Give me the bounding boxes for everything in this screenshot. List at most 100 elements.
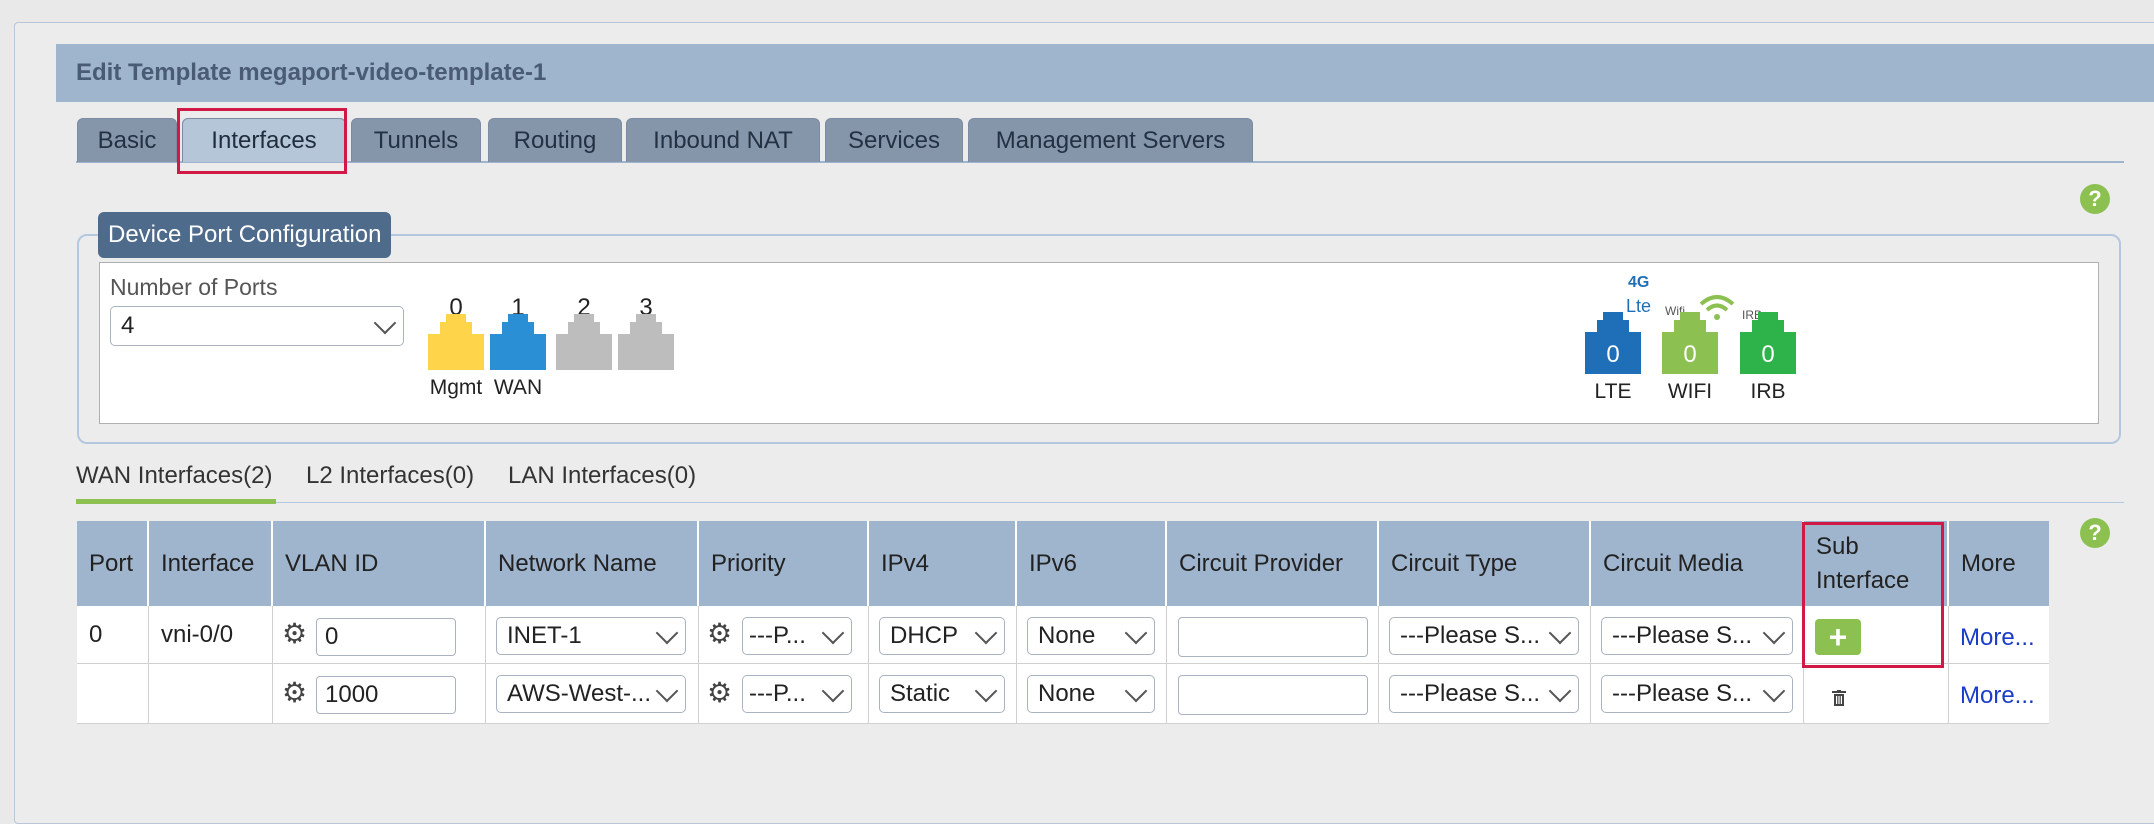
wifi-port-icon[interactable]: 0 xyxy=(1662,312,1718,374)
vlan-id-input[interactable]: 0 xyxy=(316,618,456,656)
tab-wan-interfaces[interactable]: WAN Interfaces(2) xyxy=(76,462,273,490)
gear-icon[interactable]: ⚙ xyxy=(282,620,307,648)
port-label-0: Mgmt xyxy=(429,376,483,399)
cell-interface xyxy=(149,664,273,724)
ipv6-value: None xyxy=(1038,680,1096,707)
wifi-count: 0 xyxy=(1683,341,1697,368)
help-icon[interactable]: ? xyxy=(2080,184,2110,214)
ethernet-port-icon[interactable] xyxy=(490,314,546,370)
ipv6-select[interactable]: None xyxy=(1027,617,1155,655)
ipv4-select[interactable]: DHCP xyxy=(879,617,1005,655)
chevron-down-icon xyxy=(1762,621,1786,645)
circuit-media-select[interactable]: ---Please S... xyxy=(1601,617,1793,655)
priority-select[interactable]: ---P... xyxy=(742,617,852,655)
col-priority: Priority xyxy=(699,521,869,606)
cell-port xyxy=(77,664,149,724)
irb-label: IRB xyxy=(1750,380,1786,403)
num-ports-label: Number of Ports xyxy=(110,274,278,300)
active-subtab-indicator xyxy=(76,499,276,504)
col-vlan-id: VLAN ID xyxy=(273,521,486,606)
col-circuit-provider: Circuit Provider xyxy=(1167,521,1379,606)
tab-tunnels[interactable]: Tunnels xyxy=(351,118,481,162)
num-ports-select[interactable]: 4 xyxy=(110,306,404,346)
circuit-media-value: ---Please S... xyxy=(1612,680,1753,707)
ethernet-port-icon[interactable] xyxy=(618,314,674,370)
chevron-down-icon xyxy=(1762,679,1786,703)
chevron-down-icon xyxy=(1124,679,1148,703)
interfaces-tab-highlight xyxy=(177,108,347,174)
chevron-down-icon xyxy=(1124,621,1148,645)
ipv4-value: DHCP xyxy=(890,622,959,649)
tab-services[interactable]: Services xyxy=(825,118,963,162)
lte-label: LTE xyxy=(1594,380,1632,403)
col-circuit-media: Circuit Media xyxy=(1591,521,1804,606)
network-name-value: AWS-West-... xyxy=(507,680,651,707)
circuit-type-value: ---Please S... xyxy=(1400,680,1541,707)
circuit-type-select[interactable]: ---Please S... xyxy=(1389,617,1579,655)
irb-port-icon[interactable]: 0 xyxy=(1740,312,1796,374)
col-interface: Interface xyxy=(149,521,273,606)
ipv4-value: Static xyxy=(890,680,951,707)
more-link[interactable]: More... xyxy=(1960,624,2035,652)
chevron-down-icon xyxy=(821,679,845,703)
col-network-name: Network Name xyxy=(486,521,699,606)
network-name-select[interactable]: INET-1 xyxy=(496,617,686,655)
chevron-down-icon xyxy=(655,621,679,645)
ipv4-select[interactable]: Static xyxy=(879,675,1005,713)
tab-routing[interactable]: Routing xyxy=(488,118,622,162)
port-label-1: WAN xyxy=(493,376,543,399)
chevron-down-icon xyxy=(1548,621,1572,645)
gear-icon[interactable]: ⚙ xyxy=(707,679,732,707)
device-port-config-title: Device Port Configuration xyxy=(98,212,392,258)
wifi-icon xyxy=(1699,295,1735,320)
priority-value: ---P... xyxy=(749,680,806,707)
sub-interface-highlight xyxy=(1802,522,1944,668)
ethernet-port-icon[interactable] xyxy=(556,314,612,370)
col-port: Port xyxy=(77,521,149,606)
tab-lan-interfaces[interactable]: LAN Interfaces(0) xyxy=(508,462,696,490)
chevron-down-icon xyxy=(655,679,679,703)
chevron-down-icon xyxy=(821,621,845,645)
circuit-provider-input[interactable] xyxy=(1178,617,1368,657)
circuit-provider-input[interactable] xyxy=(1178,675,1368,715)
vlan-id-input[interactable]: 1000 xyxy=(316,676,456,714)
wifi-label: WIFI xyxy=(1667,380,1713,403)
priority-value: ---P... xyxy=(749,622,806,649)
ipv6-value: None xyxy=(1038,622,1096,649)
chevron-down-icon xyxy=(974,679,998,703)
trash-icon[interactable] xyxy=(1832,690,1846,706)
circuit-type-select[interactable]: ---Please S... xyxy=(1389,675,1579,713)
lte-icon: Lte xyxy=(1626,296,1652,316)
lte-count: 0 xyxy=(1606,341,1620,368)
circuit-media-value: ---Please S... xyxy=(1612,622,1753,649)
ipv6-select[interactable]: None xyxy=(1027,675,1155,713)
chevron-down-icon xyxy=(373,311,397,335)
cell-port: 0 xyxy=(77,606,149,664)
cell-interface: vni-0/0 xyxy=(149,606,273,664)
more-link[interactable]: More... xyxy=(1960,682,2035,710)
col-more: More xyxy=(1949,521,2049,606)
network-name-value: INET-1 xyxy=(507,622,582,649)
chevron-down-icon xyxy=(1548,679,1572,703)
subtabs-divider xyxy=(76,502,2124,503)
circuit-media-select[interactable]: ---Please S... xyxy=(1601,675,1793,713)
gear-icon[interactable]: ⚙ xyxy=(707,620,732,648)
help-icon[interactable]: ? xyxy=(2080,518,2110,548)
cell-sub-interface xyxy=(1804,664,1949,724)
tab-management-servers[interactable]: Management Servers xyxy=(968,118,1253,162)
ethernet-port-icon[interactable] xyxy=(428,314,484,370)
page-title: Edit Template megaport-video-template-1 xyxy=(56,44,2154,102)
network-name-select[interactable]: AWS-West-... xyxy=(496,675,686,713)
chevron-down-icon xyxy=(974,621,998,645)
num-ports-value: 4 xyxy=(121,312,135,339)
tab-l2-interfaces[interactable]: L2 Interfaces(0) xyxy=(306,462,474,490)
tab-inbound-nat[interactable]: Inbound NAT xyxy=(626,118,820,162)
tab-basic[interactable]: Basic xyxy=(77,118,177,162)
col-circuit-type: Circuit Type xyxy=(1379,521,1591,606)
priority-select[interactable]: ---P... xyxy=(742,675,852,713)
lte-port-icon[interactable]: 0 xyxy=(1585,312,1641,374)
irb-count: 0 xyxy=(1761,341,1775,368)
gear-icon[interactable]: ⚙ xyxy=(282,679,307,707)
circuit-type-value: ---Please S... xyxy=(1400,622,1541,649)
col-ipv6: IPv6 xyxy=(1017,521,1167,606)
